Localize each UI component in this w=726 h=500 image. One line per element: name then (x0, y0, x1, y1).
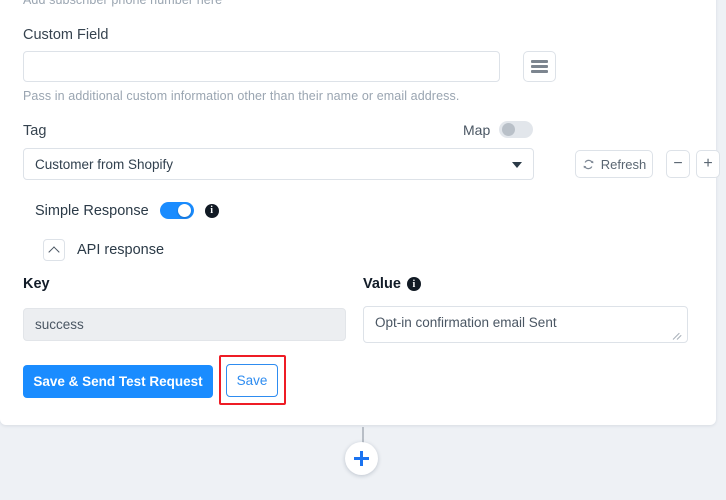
refresh-button-label: Refresh (600, 156, 647, 172)
refresh-tags-button[interactable]: Refresh (575, 150, 653, 178)
simple-response-toggle[interactable] (159, 202, 194, 219)
tag-label: Tag (23, 123, 47, 139)
add-step-button[interactable] (345, 442, 378, 475)
map-toggle-group: Map (463, 121, 534, 138)
value-column-header-label: Value (363, 276, 401, 292)
custom-field-list-button[interactable] (523, 51, 556, 82)
settings-card: Add subscriber phone number here Custom … (0, 0, 720, 425)
tag-select[interactable]: Customer from Shopify (23, 148, 534, 180)
api-response-value-textarea[interactable] (363, 306, 688, 343)
remove-tag-row-button[interactable]: − (666, 150, 690, 178)
custom-field-label: Custom Field (23, 27, 109, 43)
simple-response-group: Simple Response i (35, 202, 219, 219)
api-response-header: API response (43, 239, 164, 261)
custom-field-hint-text: Pass in additional custom information ot… (23, 89, 460, 103)
chevron-up-icon (48, 245, 60, 258)
key-column-header: Key (23, 276, 50, 292)
custom-field-input[interactable] (23, 51, 500, 82)
value-column-header: Value i (363, 275, 421, 293)
save-and-send-test-request-button[interactable]: Save & Send Test Request (23, 365, 213, 398)
simple-response-toggle-knob (178, 204, 192, 217)
map-toggle[interactable] (499, 121, 534, 138)
chevron-down-icon (512, 162, 522, 168)
phone-hint-text: Add subscriber phone number here (23, 0, 223, 7)
card-inner: Add subscriber phone number here Custom … (23, 0, 720, 425)
refresh-icon (582, 158, 595, 171)
tag-select-value: Customer from Shopify (35, 156, 174, 172)
simple-response-info-icon[interactable]: i (204, 203, 219, 218)
save-button[interactable]: Save (226, 364, 278, 397)
value-info-icon[interactable]: i (406, 277, 421, 291)
add-tag-row-button[interactable]: + (696, 150, 720, 178)
hamburger-icon (531, 60, 548, 73)
api-response-title: API response (77, 242, 165, 258)
plus-icon (354, 451, 369, 466)
api-response-key-input[interactable] (23, 308, 346, 341)
map-label: Map (463, 121, 491, 138)
map-toggle-knob (501, 123, 515, 136)
simple-response-label: Simple Response (35, 202, 149, 219)
api-response-collapse-button[interactable] (43, 239, 65, 261)
